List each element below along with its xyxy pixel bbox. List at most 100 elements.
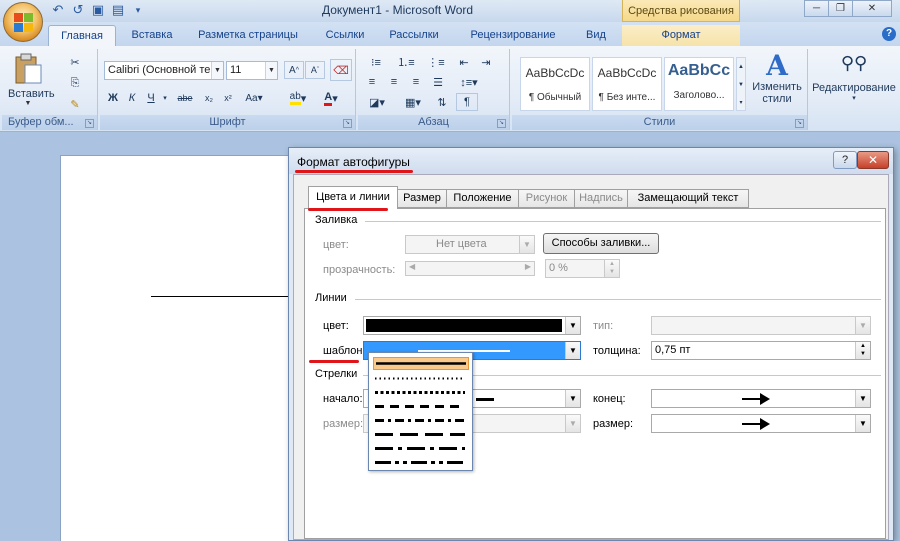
clipboard-dialog-launcher-icon[interactable]: ↘: [85, 119, 94, 128]
close-window-icon[interactable]: ✕: [852, 0, 892, 17]
shrink-font-icon[interactable]: Aˇ: [305, 61, 325, 79]
highlight-color-icon[interactable]: ab ▾: [284, 89, 312, 107]
font-size-dropdown-icon[interactable]: ▼: [265, 62, 277, 79]
tab-format[interactable]: Формат: [622, 25, 740, 46]
line-weight-spinner[interactable]: 0,75 пт ▲ ▼: [651, 341, 871, 360]
dash-option-long-dash-dot-dot[interactable]: [373, 457, 469, 470]
change-styles-button[interactable]: A Изменить стили: [748, 51, 806, 115]
font-dialog-launcher-icon[interactable]: ↘: [343, 119, 352, 128]
styles-scroll[interactable]: ▲ ▼ ▾: [736, 57, 746, 111]
align-center-icon[interactable]: ≡: [384, 73, 404, 91]
superscript-icon[interactable]: x²: [219, 89, 237, 107]
save-icon[interactable]: ▤: [110, 2, 126, 18]
clipboard-group: Вставить ▼ ✂ ⎘ ✎ Буфер обм... ↘: [2, 49, 98, 130]
strikethrough-icon[interactable]: abe: [172, 89, 198, 107]
dash-option-dash[interactable]: [373, 401, 469, 414]
tab-colors-and-lines[interactable]: Цвета и линии: [308, 186, 398, 209]
paste-dropdown-icon[interactable]: ▼: [8, 100, 48, 107]
font-name-dropdown-icon[interactable]: ▼: [211, 62, 223, 79]
line-color-dropdown-icon[interactable]: ▼: [565, 317, 580, 334]
format-painter-icon[interactable]: ✎: [64, 95, 86, 113]
print-preview-icon[interactable]: ▣: [90, 2, 106, 18]
undo-icon[interactable]: ↶: [50, 2, 66, 18]
dialog-close-icon[interactable]: ✕: [857, 151, 889, 169]
italic-icon[interactable]: К: [123, 89, 141, 107]
tab-mailings[interactable]: Рассылки: [384, 25, 444, 46]
font-group: Calibri (Основной те ▼ 11 ▼ A ^ Aˇ ⌫ Ж К …: [100, 49, 356, 130]
decrease-indent-icon[interactable]: ⇤: [454, 53, 474, 71]
multilevel-list-icon[interactable]: ⋮≡: [422, 53, 450, 71]
line-type-dropdown-icon: ▼: [855, 317, 870, 334]
align-right-icon[interactable]: ≡: [406, 73, 426, 91]
redo-icon[interactable]: ↺: [70, 2, 86, 18]
change-case-icon[interactable]: Aa▾: [240, 89, 268, 107]
underline-dropdown-icon[interactable]: ▾: [160, 89, 170, 107]
help-icon[interactable]: ?: [882, 27, 896, 41]
tab-insert[interactable]: Вставка: [124, 25, 180, 46]
dash-option-square-dot[interactable]: [373, 387, 469, 400]
underline-icon[interactable]: Ч: [142, 89, 160, 107]
begin-style-dropdown-icon[interactable]: ▼: [565, 390, 580, 407]
editing-button[interactable]: ⚲⚲ Редактирование ▾: [810, 49, 898, 115]
fill-effects-button[interactable]: Способы заливки...: [543, 233, 659, 254]
dash-option-dash-dot[interactable]: [373, 415, 469, 428]
paste-label: Вставить: [8, 88, 55, 100]
font-name-combo[interactable]: Calibri (Основной те ▼: [104, 61, 224, 80]
office-logo-icon: [14, 13, 34, 33]
bullets-icon[interactable]: ⁝≡: [362, 53, 390, 71]
office-button[interactable]: [3, 2, 43, 42]
qat-customize-icon[interactable]: ▾: [130, 2, 146, 18]
end-style-dropdown-icon[interactable]: ▼: [855, 390, 870, 407]
fill-section-divider: [365, 221, 881, 222]
align-left-icon[interactable]: ≡: [362, 73, 382, 91]
tab-review[interactable]: Рецензирование: [462, 25, 564, 46]
tab-size[interactable]: Размер: [397, 189, 447, 208]
style-heading-1[interactable]: AaBbCc Заголово...: [664, 57, 734, 111]
dash-option-round-dot[interactable]: [373, 373, 469, 386]
dash-option-solid[interactable]: [373, 357, 469, 370]
tab-alt-text[interactable]: Замещающий текст: [627, 189, 749, 208]
font-color-icon[interactable]: A ▾: [316, 89, 346, 107]
tab-page-layout[interactable]: Разметка страницы: [192, 25, 304, 46]
sort-icon[interactable]: ⇅: [432, 93, 452, 111]
dialog-help-icon[interactable]: ?: [833, 151, 857, 169]
restore-icon[interactable]: ❐: [828, 0, 853, 17]
cut-icon[interactable]: ✂: [64, 53, 86, 71]
lines-section-label: Линии: [315, 292, 347, 304]
increase-indent-icon[interactable]: ⇥: [476, 53, 496, 71]
end-size-dropdown-icon[interactable]: ▼: [855, 415, 870, 432]
font-size-combo[interactable]: 11 ▼: [226, 61, 278, 80]
numbering-icon[interactable]: ⒈≡: [392, 53, 420, 71]
drawn-line-shape[interactable]: [151, 296, 301, 297]
shading-icon[interactable]: ◪▾: [362, 93, 392, 111]
tab-view[interactable]: Вид: [578, 25, 614, 46]
subscript-icon[interactable]: x₂: [200, 89, 218, 107]
minimize-icon[interactable]: ─: [804, 0, 829, 17]
styles-group: AaBbCcDc ¶ Обычный AaBbCcDc ¶ Без инте..…: [512, 49, 808, 130]
tab-references[interactable]: Ссылки: [318, 25, 372, 46]
end-size-select[interactable]: ▼: [651, 414, 871, 433]
show-formatting-icon[interactable]: ¶: [456, 93, 478, 111]
paste-button[interactable]: Вставить ▼: [8, 51, 55, 113]
bold-icon[interactable]: Ж: [104, 89, 122, 107]
style-normal[interactable]: AaBbCcDc ¶ Обычный: [520, 57, 590, 111]
dash-option-long-dash[interactable]: [373, 429, 469, 442]
justify-icon[interactable]: ☰: [428, 73, 448, 91]
borders-icon[interactable]: ▦▾: [398, 93, 428, 111]
line-pattern-label: шаблон:: [323, 345, 366, 357]
line-pattern-dropdown-icon[interactable]: ▼: [565, 342, 580, 359]
clear-formatting-icon[interactable]: ⌫: [330, 59, 352, 81]
line-spacing-icon[interactable]: ↕≡▾: [454, 73, 484, 91]
line-color-select[interactable]: ▼: [363, 316, 581, 335]
end-style-select[interactable]: ▼: [651, 389, 871, 408]
copy-icon[interactable]: ⎘: [64, 74, 86, 92]
end-size-arrow-icon: [742, 418, 770, 430]
grow-font-icon[interactable]: A ^: [284, 61, 304, 79]
style-no-spacing[interactable]: AaBbCcDc ¶ Без инте...: [592, 57, 662, 111]
styles-dialog-launcher-icon[interactable]: ↘: [795, 119, 804, 128]
tab-position[interactable]: Положение: [446, 189, 519, 208]
paragraph-dialog-launcher-icon[interactable]: ↘: [497, 119, 506, 128]
dash-option-long-dash-dot[interactable]: [373, 443, 469, 456]
line-weight-spin-icon[interactable]: ▲ ▼: [855, 342, 870, 359]
tab-home[interactable]: Главная: [48, 25, 116, 46]
